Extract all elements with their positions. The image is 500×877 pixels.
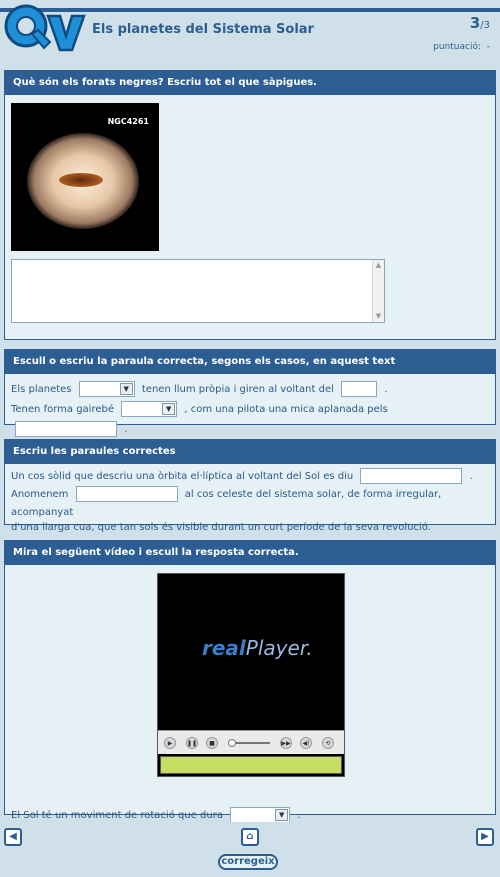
sentence-line-1: Un cos sòlid que descriu una òrbita el·l… — [11, 468, 489, 486]
question-body: Els planetes ▼ tenen llum pròpia i giren… — [5, 374, 495, 440]
textarea-scrollbar[interactable]: ▲ ▼ — [372, 260, 384, 322]
correct-button[interactable]: corregeix — [218, 854, 278, 870]
fast-forward-icon[interactable]: ▶▶ — [280, 737, 292, 749]
question-title: Mira el següent vídeo i escull la respos… — [5, 541, 495, 565]
score-value: - — [486, 42, 490, 52]
page-title: Els planetes del Sistema Solar — [92, 22, 314, 37]
text: , com una pilota una mica aplanada pels — [184, 404, 388, 415]
realplayer-menu-icon[interactable]: ⟲ — [322, 737, 334, 749]
question-card-3: Escriu les paraules correctes Un cos sòl… — [4, 439, 496, 533]
page-total: /3 — [480, 20, 490, 31]
poles-input[interactable] — [15, 421, 117, 437]
pause-icon[interactable]: ❚❚ — [186, 737, 198, 749]
volume-icon[interactable]: ◀) — [300, 737, 312, 749]
brand-player: Player — [245, 636, 307, 660]
image-label: NGC4261 — [107, 117, 149, 126]
question-card-4: Mira el següent vídeo i escull la respos… — [4, 540, 496, 823]
page-counter: 3/3 — [470, 14, 490, 32]
question-body: realPlayer. ▶ ❚❚ ■ ▶▶ ◀) ⟲ El Sol té un … — [5, 565, 495, 823]
comet-input[interactable] — [75, 486, 178, 502]
question-title: Escull o escriu la paraula correcta, seg… — [5, 350, 495, 374]
arrow-left-icon[interactable]: ◀ — [4, 828, 22, 846]
video-screen[interactable]: realPlayer. — [158, 574, 344, 730]
rotation-duration-select[interactable]: ▼ — [230, 807, 291, 823]
text: . — [469, 471, 473, 482]
text: . — [124, 424, 128, 435]
score-label: puntuació: — [433, 42, 482, 52]
text: tenen llum pròpia i giren al voltant del — [141, 384, 334, 395]
seek-handle[interactable] — [228, 739, 236, 747]
stop-icon[interactable]: ■ — [206, 737, 218, 749]
question-title: Què són els forats negres? Escriu tot el… — [5, 71, 495, 95]
realplayer-logo: realPlayer. — [202, 636, 313, 660]
galaxy-core — [59, 173, 103, 187]
chevron-down-icon[interactable]: ▼ — [162, 403, 176, 415]
planets-select[interactable]: ▼ — [78, 381, 135, 397]
sentence-line-2: Tenen forma gairebé ▼ , com una pilota u… — [11, 400, 489, 440]
sentence-line-3: d'una llarga cua, que tan sols és visibl… — [11, 522, 431, 533]
chevron-down-icon[interactable]: ▼ — [275, 809, 289, 821]
question-card-1: Què són els forats negres? Escriu tot el… — [4, 70, 496, 340]
question-card-2: Escull o escriu la paraula correcta, seg… — [4, 349, 496, 437]
sun-input[interactable] — [341, 381, 378, 397]
text: Tenen forma gairebé — [11, 404, 114, 415]
text: Anomenem — [11, 489, 69, 500]
video-player[interactable]: realPlayer. ▶ ❚❚ ■ ▶▶ ◀) ⟲ — [157, 573, 345, 777]
scroll-down-icon[interactable]: ▼ — [374, 312, 383, 321]
sentence-line-1: Els planetes ▼ tenen llum pròpia i giren… — [11, 380, 489, 400]
seek-bar[interactable] — [230, 742, 270, 744]
sentence-line-2: Anomenem al cos celeste del sistema sola… — [11, 486, 489, 522]
question-title: Escriu les paraules correctes — [5, 440, 495, 464]
black-hole-image: NGC4261 — [11, 103, 159, 251]
answer-textarea[interactable]: ▲ ▼ — [11, 259, 385, 323]
player-controls: ▶ ❚❚ ■ ▶▶ ◀) ⟲ — [158, 730, 344, 754]
text: El Sol té un moviment de rotació que dur… — [11, 810, 223, 821]
shape-select[interactable]: ▼ — [121, 401, 178, 417]
footer-nav: ◀ ⌂ ▶ corregeix — [0, 822, 500, 877]
app-header: Els planetes del Sistema Solar 3/3 puntu… — [0, 0, 500, 60]
orbit-body-input[interactable] — [360, 468, 463, 484]
text: Els planetes — [11, 384, 72, 395]
score: puntuació: - — [433, 42, 490, 52]
text: . — [384, 384, 388, 395]
brand-dot: . — [306, 636, 313, 660]
home-icon[interactable]: ⌂ — [241, 828, 259, 846]
play-icon[interactable]: ▶ — [164, 737, 176, 749]
text: . — [297, 810, 301, 821]
question-body: NGC4261 ▲ ▼ — [5, 95, 495, 323]
arrow-right-icon[interactable]: ▶ — [476, 828, 494, 846]
page-current: 3 — [469, 14, 481, 32]
scroll-up-icon[interactable]: ▲ — [374, 261, 383, 270]
chevron-down-icon[interactable]: ▼ — [119, 383, 133, 395]
brand-real: real — [202, 636, 246, 660]
player-status-bar — [160, 756, 342, 774]
question-body: Un cos sòlid que descriu una òrbita el·l… — [5, 464, 495, 534]
text: Un cos sòlid que descriu una òrbita el·l… — [11, 471, 354, 482]
qv-logo — [4, 4, 86, 52]
